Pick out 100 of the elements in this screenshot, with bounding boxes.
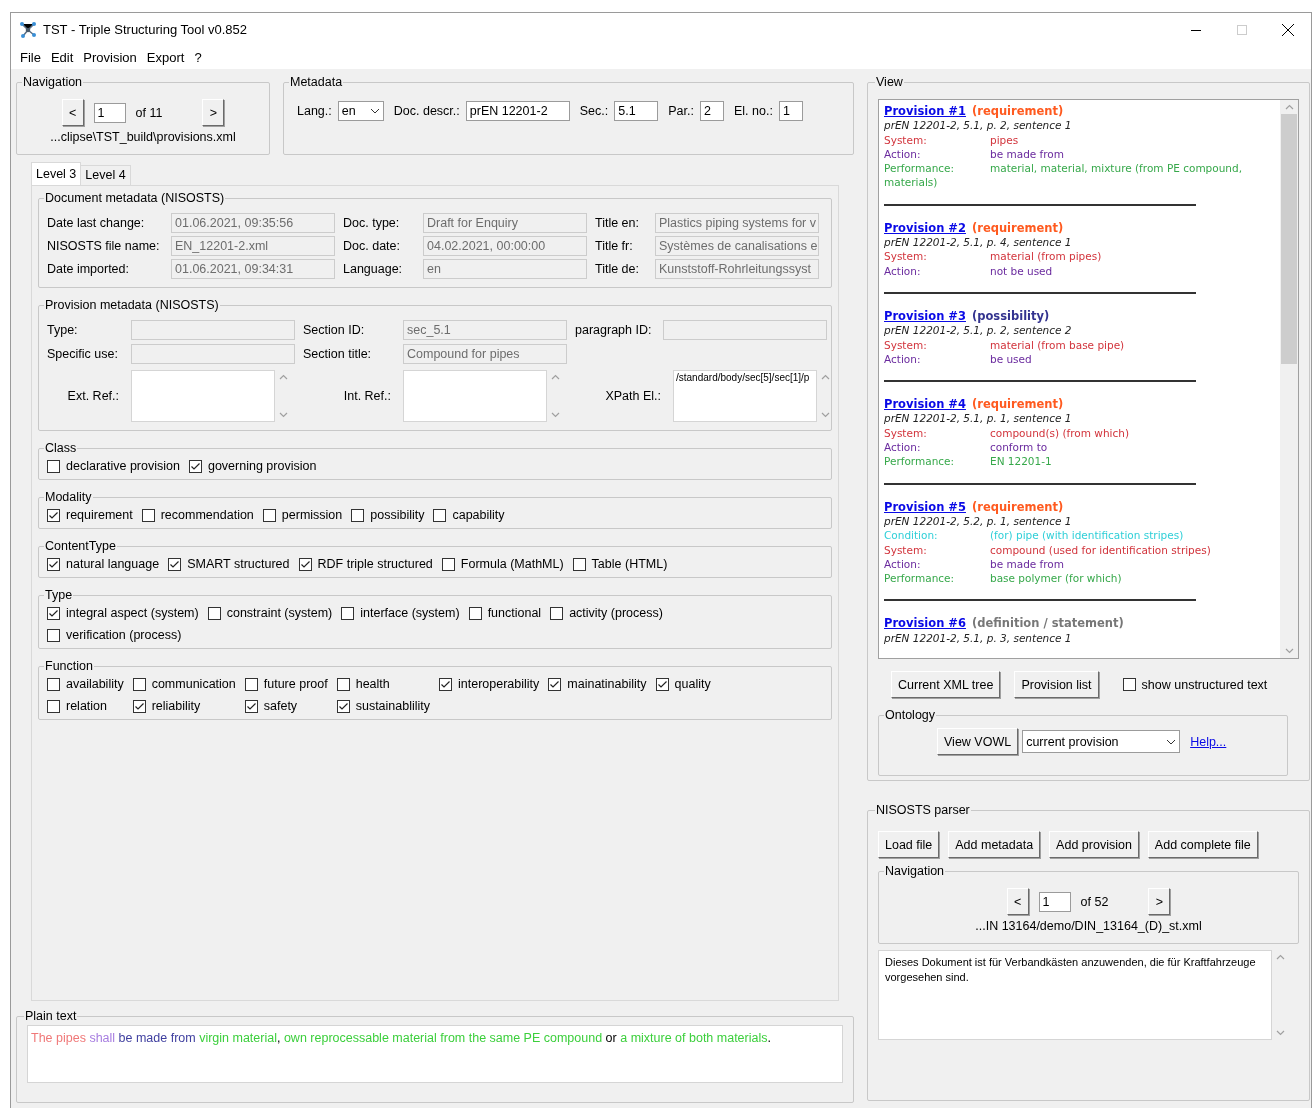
text-field[interactable]: prEN 12201-2	[465, 101, 570, 121]
checkbox-label[interactable]: Table (HTML)	[591, 557, 668, 571]
checkbox[interactable]	[336, 677, 350, 691]
field-label: Lang.:	[297, 104, 332, 118]
text-field[interactable]: 2	[700, 101, 724, 121]
checkbox[interactable]	[47, 677, 60, 691]
checkbox[interactable]	[298, 557, 312, 571]
view-button[interactable]: Current XML tree	[891, 671, 1001, 698]
checkbox-label[interactable]: capability	[452, 508, 505, 522]
tab[interactable]: Level 3	[31, 162, 82, 185]
role-value: not be used	[990, 263, 1054, 278]
checkbox-label[interactable]: Formula (MathML)	[460, 557, 564, 571]
checkbox[interactable]	[47, 628, 60, 642]
menu-item[interactable]: Edit	[45, 50, 79, 65]
checkbox-label[interactable]: interface (system)	[360, 606, 460, 620]
checkbox-label[interactable]: RDF triple structured	[317, 557, 433, 571]
checkbox-label[interactable]: SMART structured	[187, 557, 290, 571]
checkbox-label[interactable]: safety	[263, 699, 298, 713]
checkbox-label[interactable]: permission	[281, 508, 343, 522]
parser-button[interactable]: Add provision	[1049, 831, 1139, 858]
close-icon[interactable]	[1282, 23, 1294, 36]
checkbox[interactable]	[244, 699, 258, 713]
checkbox-label[interactable]: verification (process)	[66, 628, 182, 642]
checkbox[interactable]	[550, 606, 564, 620]
checkbox-label[interactable]: declarative provision	[66, 459, 180, 473]
previous-button[interactable]: <	[1006, 888, 1029, 915]
checkbox-label[interactable]: show unstructured text	[1141, 677, 1268, 692]
checkbox[interactable]	[336, 699, 350, 713]
provision-link[interactable]: Provision #3	[884, 308, 966, 324]
checkbox[interactable]	[47, 699, 60, 713]
checkbox[interactable]	[47, 557, 60, 571]
checkbox[interactable]	[47, 508, 60, 522]
checkbox-label[interactable]: activity (process)	[569, 606, 663, 620]
menu-item[interactable]: Export	[141, 50, 190, 65]
menu-item[interactable]: ?	[189, 50, 207, 65]
checkbox[interactable]	[1122, 678, 1136, 691]
checkbox[interactable]	[468, 606, 482, 620]
checkbox[interactable]	[433, 508, 447, 522]
checkbox-label[interactable]: sustainablility	[355, 699, 431, 713]
checkbox-label[interactable]: governing provision	[207, 459, 317, 473]
checkbox-label[interactable]: possibility	[370, 508, 425, 522]
checkbox-label[interactable]: recommendation	[160, 508, 254, 522]
checkbox-label[interactable]: health	[355, 677, 390, 691]
parser-button[interactable]: Add complete file	[1147, 831, 1258, 858]
provision-link[interactable]: Provision #1	[884, 104, 966, 119]
help-link[interactable]: Help...	[1190, 734, 1227, 749]
checkbox-label[interactable]: quality	[674, 677, 711, 691]
checkbox[interactable]	[47, 459, 60, 473]
checkbox-label[interactable]: functional	[487, 606, 542, 620]
checkbox[interactable]	[655, 677, 669, 691]
checkbox-label[interactable]: relation	[66, 699, 107, 713]
checkbox-label[interactable]: interoperability	[458, 677, 540, 691]
checkbox[interactable]	[141, 508, 155, 522]
provision-link[interactable]: Provision #4	[884, 397, 966, 412]
text-area[interactable]: Dieses Dokument ist für Verbandkästen anzuwenden, die für Kraftfahrzeuge vorgesehen sind.	[878, 950, 1272, 1040]
checkbox[interactable]	[572, 557, 586, 571]
scope-select[interactable]: current provision	[1022, 730, 1181, 753]
tab[interactable]: Level 4	[80, 165, 131, 185]
next-button[interactable]: >	[1148, 888, 1171, 915]
view-vowl-button[interactable]: View VOWL	[937, 728, 1019, 755]
checkbox[interactable]	[168, 557, 182, 571]
field-label: El. no.:	[734, 104, 773, 118]
checkbox[interactable]	[341, 606, 355, 620]
menu-item[interactable]: File	[15, 50, 46, 65]
checkbox[interactable]	[262, 508, 276, 522]
view-button[interactable]: Provision list	[1014, 671, 1099, 698]
checkbox[interactable]	[207, 606, 221, 620]
page-field[interactable]: 1	[93, 102, 126, 123]
checkbox[interactable]	[132, 677, 146, 691]
checkbox[interactable]	[132, 699, 146, 713]
checkbox-label[interactable]: future proof	[263, 677, 328, 691]
checkbox-label[interactable]: requirement	[66, 508, 133, 522]
checkbox[interactable]	[439, 677, 453, 691]
checkbox[interactable]	[441, 557, 455, 571]
parser-button[interactable]: Load file	[878, 831, 940, 858]
text-field[interactable]: 1	[778, 101, 803, 121]
checkbox-label[interactable]: integral aspect (system)	[66, 606, 199, 620]
provision-link[interactable]: Provision #2	[884, 220, 966, 236]
checkbox-label[interactable]: communication	[151, 677, 236, 691]
checkbox[interactable]	[188, 459, 202, 473]
checkbox[interactable]	[47, 606, 60, 620]
next-button[interactable]: >	[202, 99, 225, 126]
checkbox[interactable]	[351, 508, 365, 522]
text-area[interactable]: /standard/body/sec[5]/sec[1]/p	[673, 370, 817, 422]
page-count: of 52	[1080, 894, 1109, 909]
text-field[interactable]: 5.1	[614, 101, 659, 121]
checkbox-label[interactable]: constraint (system)	[226, 606, 333, 620]
checkbox-label[interactable]: availability	[66, 677, 124, 691]
menu-item[interactable]: Provision	[78, 50, 142, 65]
checkbox-label[interactable]: reliability	[151, 699, 201, 713]
provision-link[interactable]: Provision #6	[884, 616, 966, 631]
provision-link[interactable]: Provision #5	[884, 499, 966, 514]
previous-button[interactable]: <	[61, 99, 84, 126]
parser-button[interactable]: Add metadata	[948, 831, 1041, 858]
page-field[interactable]: 1	[1038, 891, 1071, 912]
checkbox-label[interactable]: natural language	[66, 557, 160, 571]
checkbox[interactable]	[244, 677, 258, 691]
checkbox-label[interactable]: mainatinability	[567, 677, 647, 691]
checkbox[interactable]	[548, 677, 562, 691]
language-select[interactable]: en	[337, 101, 384, 121]
